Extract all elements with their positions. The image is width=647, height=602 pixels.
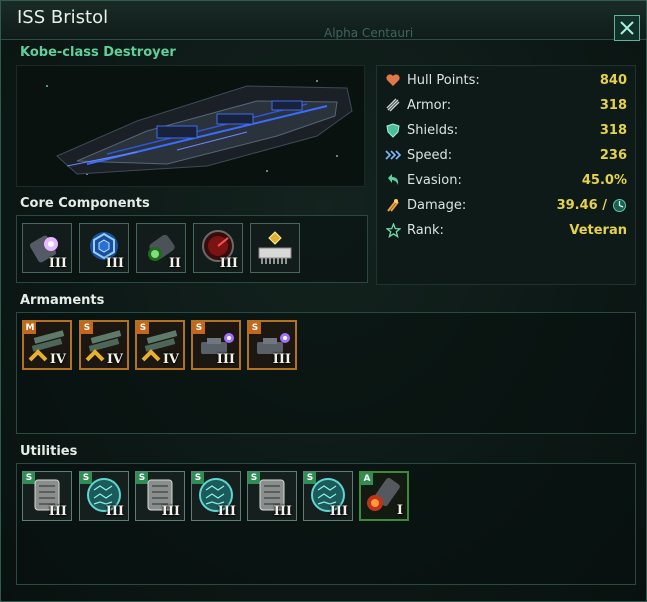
armament-slot-2[interactable]: S IV <box>79 320 129 370</box>
stat-speed: Speed: 236 <box>385 144 627 166</box>
close-button[interactable] <box>614 15 640 41</box>
core-slot-sensor[interactable]: III <box>193 223 243 273</box>
background-star-label: Alpha Centauri <box>324 26 414 40</box>
stat-damage: Damage: 39.46 / <box>385 194 627 216</box>
ship-name: ISS Bristol <box>17 7 109 28</box>
stat-evasion: Evasion: 45.0% <box>385 169 627 191</box>
armament-slot-5[interactable]: S III <box>247 320 297 370</box>
utilities-heading: Utilities <box>20 444 78 459</box>
armament-slot-1[interactable]: M IV <box>22 320 72 370</box>
stat-armor: Armor: 318 <box>385 94 627 116</box>
armaments-heading: Armaments <box>20 293 105 308</box>
cooldown-icon <box>612 198 627 213</box>
core-components-panel: III III II III <box>16 215 368 283</box>
star-icon <box>385 222 401 238</box>
utilities-panel: S III S III S III S III S III S III A I <box>16 463 636 585</box>
core-slot-thruster[interactable]: II <box>136 223 186 273</box>
evasion-icon <box>385 172 401 188</box>
core-slot-hyperdrive[interactable]: III <box>79 223 129 273</box>
armor-icon <box>385 97 401 113</box>
core-slot-combat-computer[interactable] <box>250 223 300 273</box>
combat-computer-icon <box>258 231 292 264</box>
aux-slot-1[interactable]: A I <box>359 471 409 521</box>
stat-rank: Rank: Veteran <box>385 219 627 241</box>
ship-image <box>16 65 365 187</box>
utility-slot-6[interactable]: S III <box>303 471 353 521</box>
damage-icon <box>385 197 401 213</box>
core-components-heading: Core Components <box>20 196 150 211</box>
stats-panel: Hull Points: 840 Armor: 318 Shields: 318… <box>376 65 636 285</box>
armament-slot-3[interactable]: S IV <box>135 320 185 370</box>
utility-slot-1[interactable]: S III <box>22 471 72 521</box>
stat-hull-points: Hull Points: 840 <box>385 69 627 91</box>
heart-icon <box>385 72 401 88</box>
stat-shields: Shields: 318 <box>385 119 627 141</box>
core-slot-reactor[interactable]: III <box>22 223 72 273</box>
armament-slot-4[interactable]: S III <box>191 320 241 370</box>
speed-icon <box>385 147 401 163</box>
utility-slot-3[interactable]: S III <box>135 471 185 521</box>
armaments-panel: M IV S IV S IV S III S III <box>16 312 636 434</box>
ship-class: Kobe-class Destroyer <box>20 45 176 60</box>
close-icon <box>620 21 634 35</box>
shield-icon <box>385 122 401 138</box>
title-bar: ISS Bristol Alpha Centauri <box>1 1 646 40</box>
ship-details-window: ISS Bristol Alpha Centauri Kobe-class De… <box>0 0 647 602</box>
utility-slot-4[interactable]: S III <box>191 471 241 521</box>
utility-slot-5[interactable]: S III <box>247 471 297 521</box>
utility-slot-2[interactable]: S III <box>79 471 129 521</box>
